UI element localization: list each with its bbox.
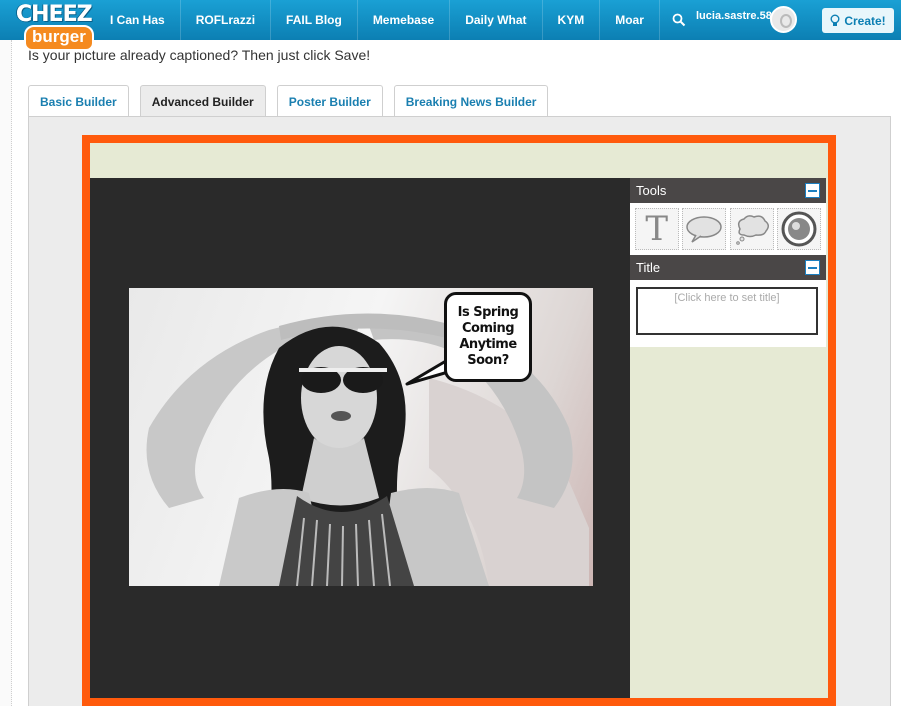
main-nav: I Can Has ROFLrazzi FAIL Blog Memebase D… <box>95 0 699 40</box>
circle-tool-button[interactable] <box>777 208 822 250</box>
text-tool-icon: T <box>645 209 669 249</box>
page-left-edge <box>0 40 12 706</box>
title-heading: Title <box>636 260 661 275</box>
tools-collapse-button[interactable] <box>805 183 820 198</box>
speech-bubble-tool-button[interactable] <box>682 208 727 250</box>
title-input[interactable]: [Click here to set title] <box>636 287 818 335</box>
avatar[interactable] <box>770 6 797 33</box>
nav-memebase[interactable]: Memebase <box>356 0 449 40</box>
tools-row: T <box>630 203 826 255</box>
title-box-wrap: [Click here to set title] <box>630 280 826 347</box>
meme-photo[interactable]: Is Spring Coming Anytime Soon? <box>129 288 593 586</box>
nav-fail-blog[interactable]: FAIL Blog <box>270 0 357 40</box>
tools-heading: Tools <box>636 183 667 198</box>
create-button[interactable]: Create! <box>822 8 894 33</box>
tab-poster-builder[interactable]: Poster Builder <box>276 85 383 117</box>
text-tool-button[interactable]: T <box>634 208 679 250</box>
thought-bubble-icon <box>735 215 769 245</box>
nav-i-can-has[interactable]: I Can Has <box>95 0 180 40</box>
tools-header: Tools <box>630 178 826 203</box>
builder-frame: Is Spring Coming Anytime Soon? Tools T T… <box>82 135 836 706</box>
builder-tabs: Basic Builder Advanced Builder Poster Bu… <box>28 85 549 117</box>
tab-advanced-builder[interactable]: Advanced Builder <box>139 85 266 117</box>
search-icon[interactable] <box>658 0 699 40</box>
circle-stamp-icon <box>781 211 817 247</box>
tools-sidebar: Tools T Title [Click here to set title] <box>630 178 826 698</box>
logo-burger-text: burger <box>24 25 94 51</box>
username[interactable]: lucia.sastre.58 <box>696 10 772 22</box>
tab-basic-builder[interactable]: Basic Builder <box>28 85 129 117</box>
editing-canvas[interactable]: Is Spring Coming Anytime Soon? <box>90 178 630 698</box>
top-nav-bar: CHEEZ burger I Can Has ROFLrazzi FAIL Bl… <box>0 0 901 51</box>
title-header: Title <box>630 255 826 280</box>
speech-bubble-icon <box>686 216 722 243</box>
nav-kym[interactable]: KYM <box>541 0 600 40</box>
nav-moar[interactable]: Moar <box>599 0 659 40</box>
thought-bubble-tool-button[interactable] <box>729 208 774 250</box>
tab-breaking-news-builder[interactable]: Breaking News Builder <box>393 85 549 117</box>
cheezburger-logo[interactable]: CHEEZ burger <box>16 2 94 51</box>
nav-daily-what[interactable]: Daily What <box>449 0 541 40</box>
create-label: Create! <box>844 13 886 28</box>
title-collapse-button[interactable] <box>805 260 820 275</box>
nav-roflrazzi[interactable]: ROFLrazzi <box>179 0 270 40</box>
logo-cheez-text: CHEEZ <box>16 2 93 27</box>
lightbulb-icon <box>830 14 840 26</box>
speech-bubble-caption[interactable]: Is Spring Coming Anytime Soon? <box>444 292 532 382</box>
